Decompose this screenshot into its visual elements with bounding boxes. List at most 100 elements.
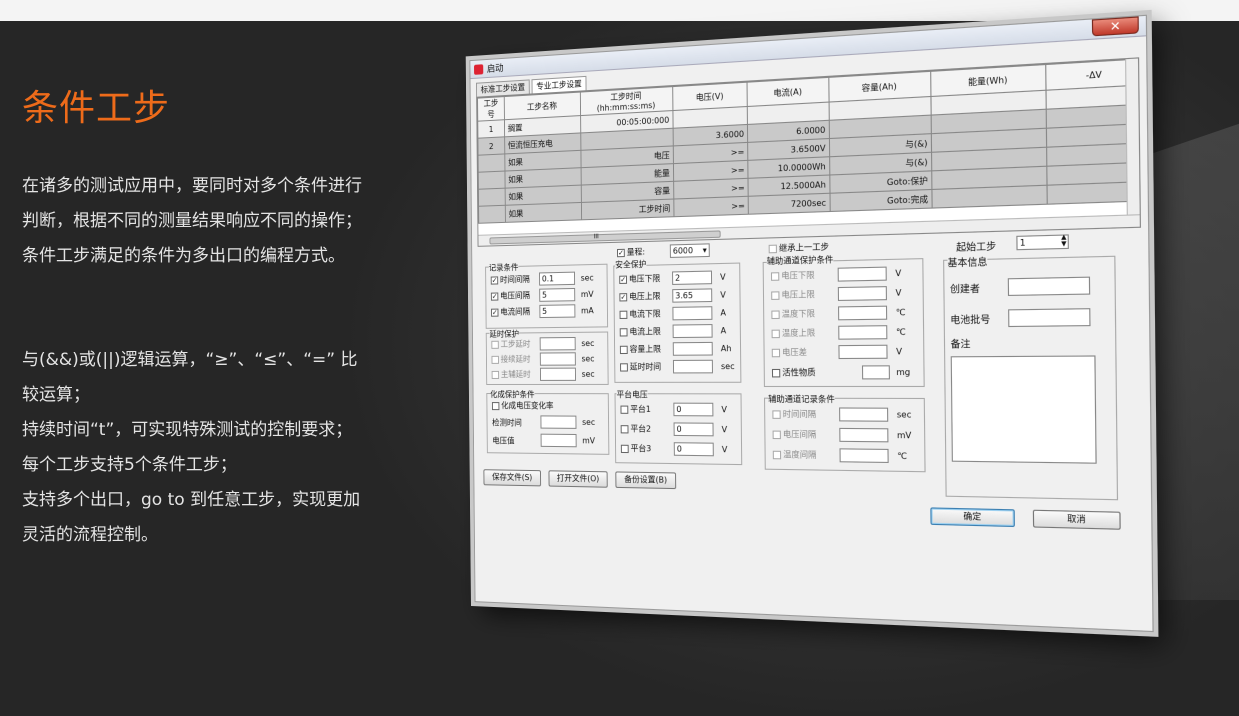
safety-field[interactable] [672, 306, 713, 321]
checkbox-box[interactable] [771, 329, 780, 338]
checkbox-box[interactable] [619, 310, 628, 319]
table-cell[interactable]: 1 [477, 119, 505, 139]
aux-record-field[interactable] [839, 448, 889, 464]
checkbox-box[interactable] [771, 290, 780, 300]
checkbox-box[interactable]: ✓ [490, 275, 499, 285]
formation-field[interactable] [540, 433, 577, 448]
formation-rate-checkbox[interactable]: 化成电压变化率 [491, 400, 554, 411]
open-file-button[interactable]: 打开文件(O) [548, 470, 608, 488]
checkbox-box[interactable] [491, 355, 499, 364]
record-checkbox[interactable]: ✓ 电压间隔 [490, 290, 530, 302]
checkbox-box[interactable]: ✓ [490, 291, 499, 301]
record-checkbox[interactable]: ✓ 电流间隔 [491, 306, 530, 318]
checkbox-box[interactable]: ✓ [616, 248, 625, 257]
safety-field[interactable] [672, 359, 713, 374]
checkbox-box[interactable] [772, 409, 781, 419]
creator-field[interactable] [1007, 276, 1091, 296]
cancel-button[interactable]: 取消 [1032, 509, 1121, 530]
table-cell[interactable]: 工步时间 [581, 199, 674, 220]
active-material-checkbox[interactable]: 活性物质 [771, 367, 816, 379]
safety-checkbox[interactable]: 延时时间 [620, 361, 661, 373]
stepper-arrows-icon[interactable]: ▲ ▼ [1061, 233, 1066, 248]
aux-protect-checkbox[interactable]: 电压下限 [770, 269, 815, 282]
inherit-checkbox[interactable]: 继承上一工步 [768, 241, 829, 254]
table-cell[interactable]: 7200sec [748, 193, 830, 215]
checkbox-box[interactable] [491, 370, 500, 379]
aux-protect-checkbox[interactable]: 温度下限 [771, 308, 815, 320]
aux-record-checkbox[interactable]: 温度间隔 [772, 449, 817, 461]
safety-checkbox[interactable]: 电流上限 [619, 326, 661, 338]
backup-settings-button[interactable]: 备份设置(B) [615, 471, 677, 490]
delay-checkbox[interactable]: 主辅延时 [491, 369, 531, 380]
table-cell[interactable] [478, 153, 505, 173]
table-cell[interactable] [478, 188, 506, 207]
checkbox-box[interactable] [491, 401, 500, 410]
active-material-field[interactable] [861, 365, 890, 380]
aux-record-checkbox[interactable]: 电压间隔 [772, 428, 817, 440]
safety-field[interactable]: 3.65 [672, 288, 713, 303]
aux-protect-field[interactable] [838, 344, 888, 360]
checkbox-box[interactable] [771, 348, 781, 357]
range-checkbox[interactable]: ✓ 量程: [616, 246, 645, 258]
delay-field[interactable] [539, 352, 576, 366]
checkbox-box[interactable] [771, 368, 781, 377]
table-cell[interactable]: 2 [477, 136, 505, 156]
start-step-stepper[interactable]: 1 ▲ ▼ [1016, 233, 1069, 251]
record-field[interactable]: 5 [539, 287, 576, 302]
checkbox-box[interactable]: ✓ [619, 275, 628, 284]
aux-protect-field[interactable] [837, 266, 887, 282]
delay-field[interactable] [539, 336, 576, 351]
table-cell[interactable] [931, 185, 1048, 209]
checkbox-box[interactable] [620, 362, 628, 372]
ok-button[interactable]: 确定 [930, 507, 1015, 528]
aux-protect-field[interactable] [837, 286, 887, 301]
checkbox-box[interactable] [491, 340, 499, 349]
batch-field[interactable] [1008, 308, 1091, 328]
checkbox-box[interactable] [620, 424, 629, 433]
safety-field[interactable] [672, 341, 713, 356]
safety-field[interactable] [672, 324, 713, 339]
checkbox-box[interactable]: ✓ [491, 308, 499, 317]
plateau-checkbox[interactable]: 平台1 [620, 403, 651, 415]
range-select[interactable]: 6000 ▾ [669, 243, 710, 258]
table-cell[interactable]: Goto:完成 [829, 189, 932, 212]
plateau-checkbox[interactable]: 平台2 [620, 423, 651, 435]
checkbox-box[interactable] [620, 405, 629, 414]
formation-field[interactable] [540, 415, 577, 429]
plateau-checkbox[interactable]: 平台3 [620, 443, 651, 455]
delay-field[interactable] [539, 367, 577, 381]
record-field[interactable]: 0.1 [539, 271, 576, 286]
aux-protect-field[interactable] [838, 325, 888, 340]
checkbox-box[interactable] [620, 444, 629, 453]
table-cell[interactable] [478, 171, 506, 190]
delay-checkbox[interactable]: 工步延时 [491, 338, 530, 349]
aux-protect-field[interactable] [838, 305, 888, 321]
checkbox-box[interactable] [771, 309, 780, 319]
aux-protect-checkbox[interactable]: 温度上限 [771, 327, 816, 339]
record-checkbox[interactable]: ✓ 时间间隔 [490, 274, 530, 286]
delay-checkbox[interactable]: 接续延时 [491, 354, 531, 365]
aux-record-field[interactable] [839, 427, 889, 443]
plateau-field[interactable]: 0 [673, 402, 714, 417]
table-cell[interactable]: >= [673, 196, 749, 217]
checkbox-box[interactable] [768, 244, 777, 253]
close-icon[interactable]: ✕ [1091, 16, 1139, 37]
safety-field[interactable]: 2 [672, 270, 713, 285]
checkbox-box[interactable] [619, 345, 628, 354]
aux-protect-checkbox[interactable]: 电压差 [771, 346, 807, 358]
table-cell[interactable] [478, 205, 506, 224]
aux-record-field[interactable] [839, 407, 889, 422]
safety-checkbox[interactable]: 电流下限 [619, 308, 661, 320]
checkbox-box[interactable] [772, 450, 782, 459]
vertical-scrollbar[interactable] [1125, 58, 1140, 217]
checkbox-box[interactable] [772, 430, 781, 439]
checkbox-box[interactable] [619, 327, 628, 337]
record-field[interactable]: 5 [539, 304, 576, 319]
save-file-button[interactable]: 保存文件(S) [483, 469, 542, 487]
plateau-field[interactable]: 0 [673, 442, 714, 457]
safety-checkbox[interactable]: 容量上限 [619, 343, 661, 355]
table-cell[interactable]: 如果 [505, 202, 582, 223]
aux-record-checkbox[interactable]: 时间间隔 [772, 408, 816, 420]
safety-checkbox[interactable]: ✓ 电压上限 [619, 290, 660, 302]
checkbox-box[interactable]: ✓ [619, 292, 628, 301]
